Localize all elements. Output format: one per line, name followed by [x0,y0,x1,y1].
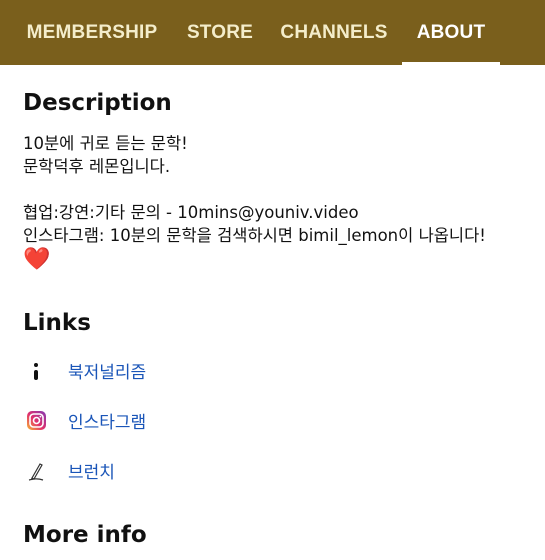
description-line: 문학덕후 레몬입니다. [23,157,171,176]
description-line: 협업:강연:기타 문의 - 10mins@youniv.video [23,203,359,222]
tab-store[interactable]: STORE [176,0,264,65]
link-label: 북저널리즘 [68,362,147,383]
tab-membership-label: MEMBERSHIP [26,21,158,43]
tab-channels-label: CHANNELS [280,21,388,43]
links-heading: Links [23,310,91,336]
link-bookjournalism[interactable]: 북저널리즘 [23,355,146,385]
more-vert-icon [23,356,51,384]
tab-membership[interactable]: MEMBERSHIP [18,0,166,65]
tab-store-label: STORE [186,21,254,43]
heart-emoji: ❤️ [23,247,51,272]
description-line: 인스타그램: 10분의 문학을 검색하시면 bimil_lemon이 나옵니다! [23,226,486,245]
instagram-icon [23,406,51,434]
tab-about[interactable]: ABOUT [402,0,500,65]
description-line: 10분에 귀로 듣는 문학! [23,134,188,153]
tab-channels[interactable]: CHANNELS [274,0,394,65]
link-instagram[interactable]: 인스타그램 [23,405,146,435]
active-tab-indicator [402,62,500,65]
more-info-heading: More info [23,522,147,548]
tab-about-label: ABOUT [416,21,486,43]
link-label: 브런치 [68,462,115,483]
description-heading: Description [23,90,172,116]
channel-tab-bar: MEMBERSHIP STORE CHANNELS ABOUT [0,0,545,65]
link-label: 인스타그램 [68,412,147,433]
link-brunch[interactable]: 브런치 [23,455,115,485]
brunch-pen-icon [23,456,51,484]
description-text: 10분에 귀로 듣는 문학! 문학덕후 레몬입니다. 협업:강연:기타 문의 -… [23,132,533,273]
description-blank-line [23,178,533,201]
